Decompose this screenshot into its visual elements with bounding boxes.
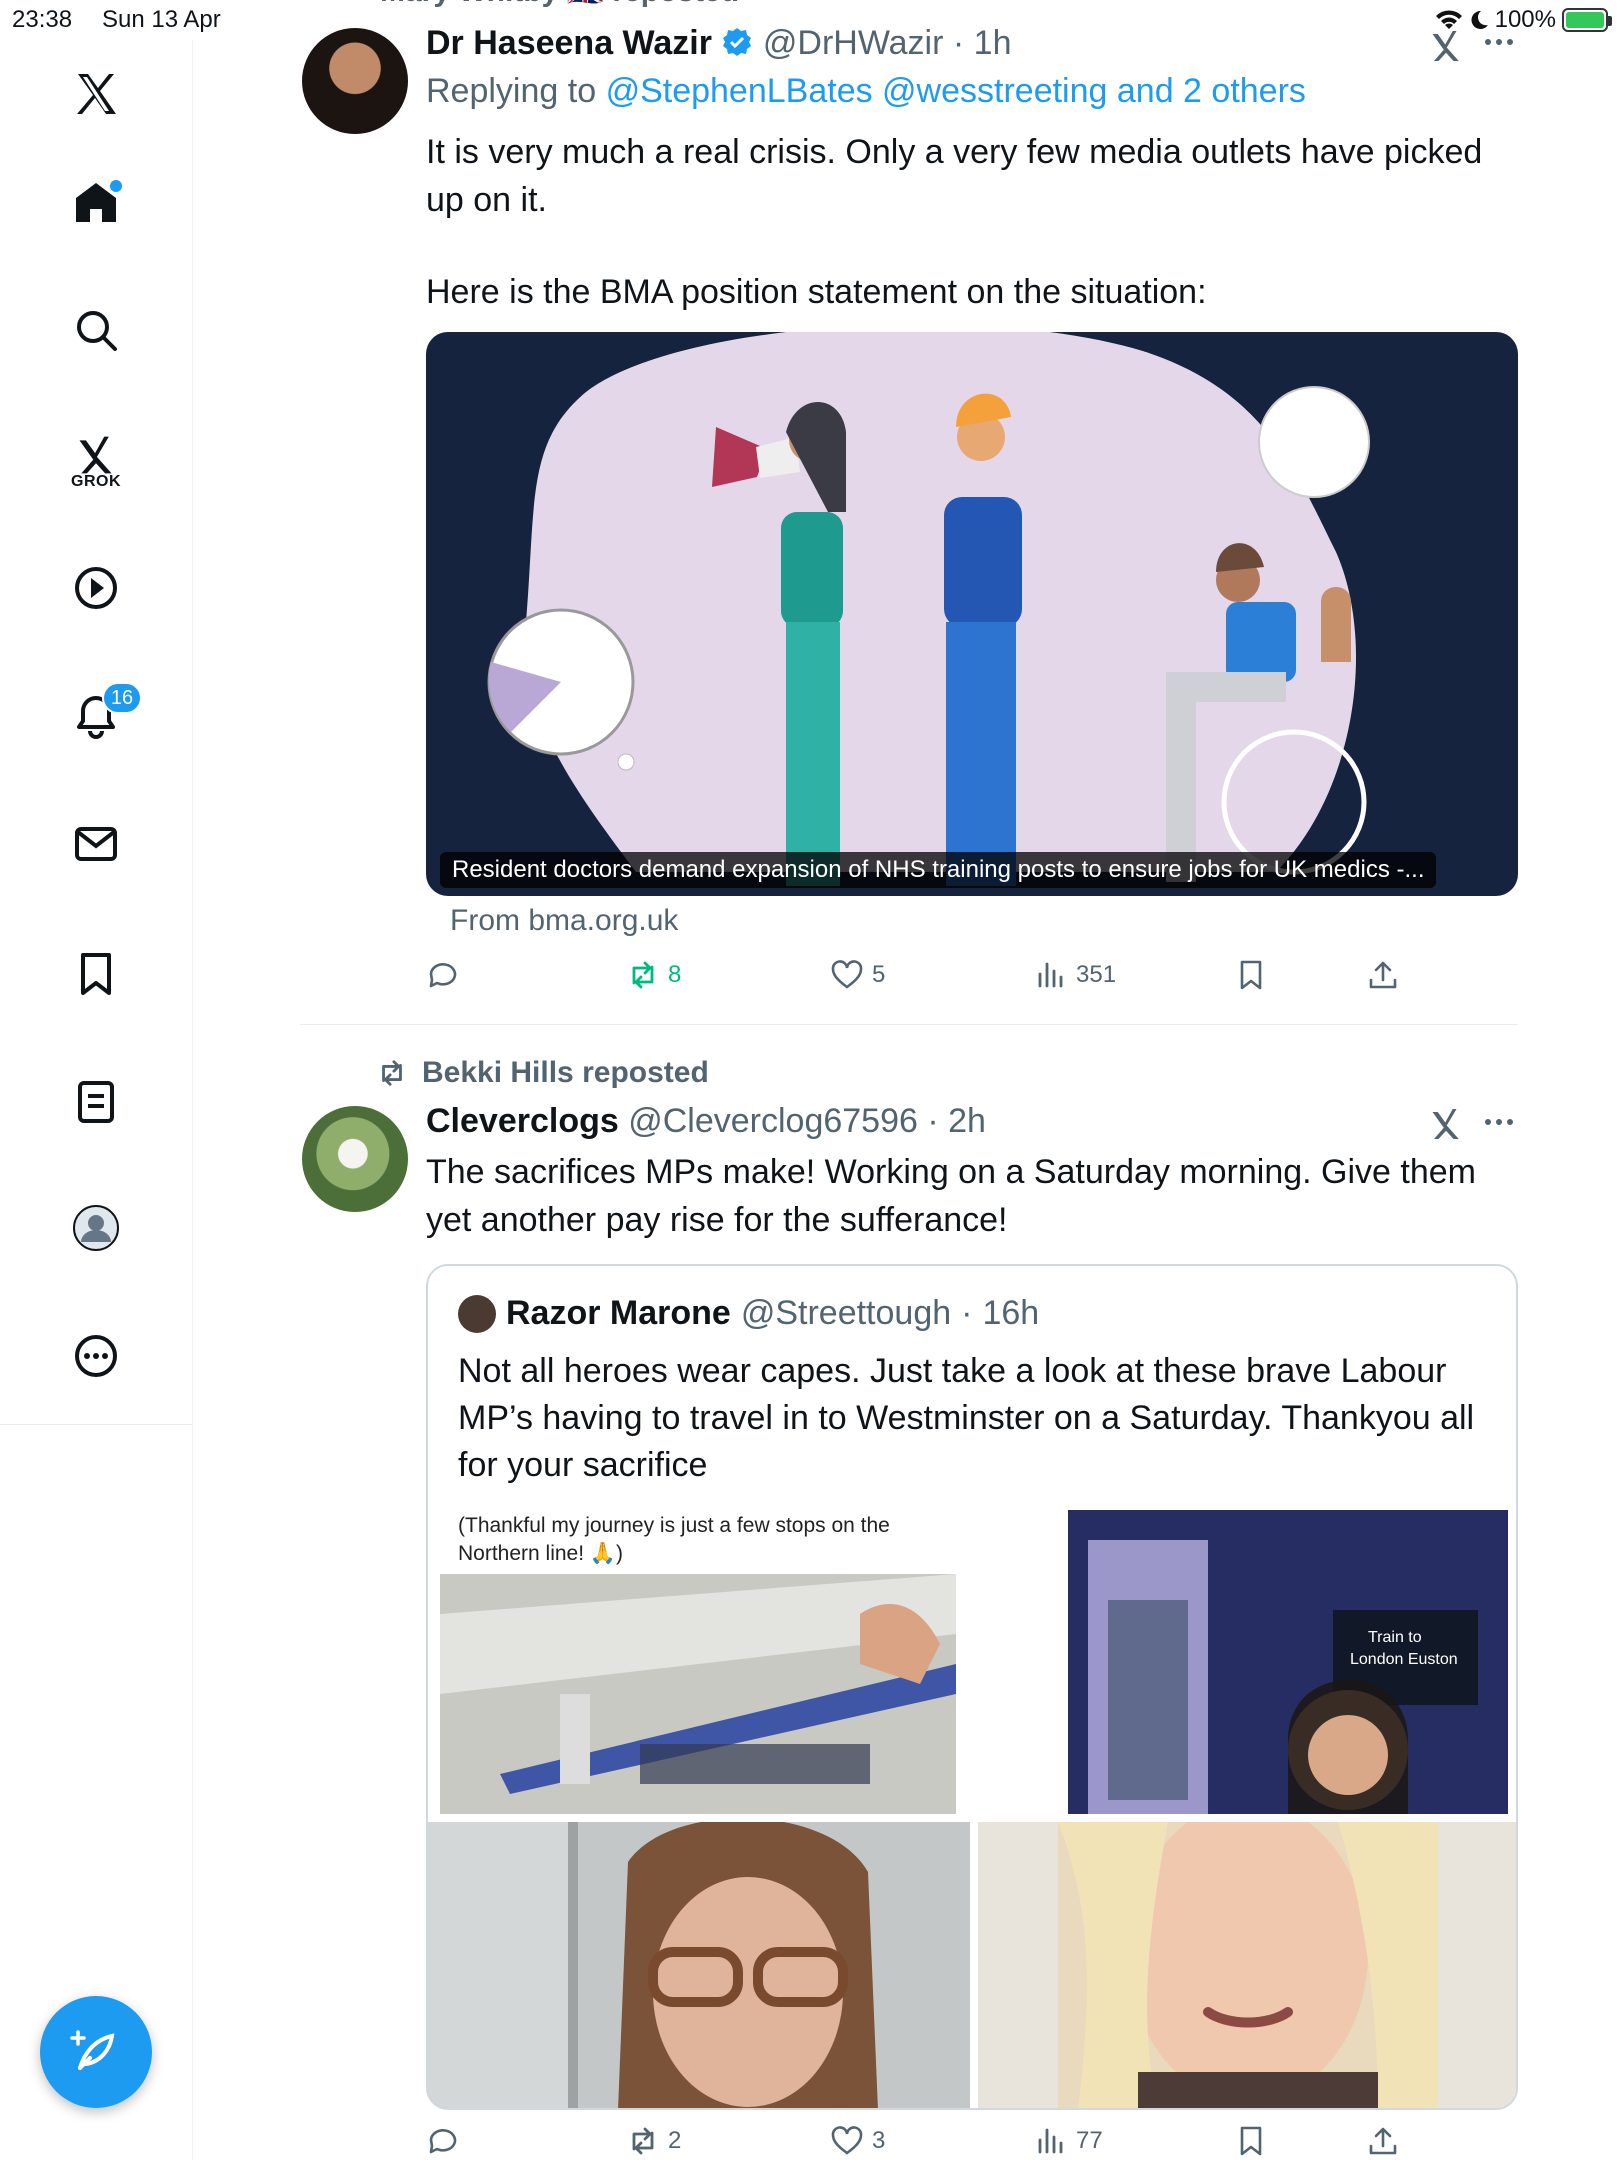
link-card-image[interactable]: Resident doctors demand expansion of NHS… <box>426 332 1518 896</box>
verified-badge-icon <box>723 28 752 56</box>
repost-icon <box>632 961 654 989</box>
home-unread-dot <box>110 180 122 192</box>
more-options-icon[interactable] <box>66 1326 126 1386</box>
bookmarks-icon[interactable] <box>66 944 126 1004</box>
link-card-title: Resident doctors demand expansion of NHS… <box>440 852 1437 888</box>
tweet-actions: 8 5 351 <box>426 958 1526 998</box>
repost-button[interactable]: 8 <box>626 958 681 992</box>
quoted-text: Not all heroes wear capes. Just take a l… <box>458 1352 1475 1484</box>
profile-avatar-icon[interactable] <box>66 1198 126 1258</box>
tweet-header-2: Cleverclogs @Cleverclog67596 · 2h <box>426 1102 986 1140</box>
svg-text:London Euston: London Euston <box>1350 1651 1458 1668</box>
sidebar-divider <box>192 1425 193 2160</box>
quoted-media-grid: (Thankful my journey is just a few stops… <box>428 1510 1516 2108</box>
battery-percent: 100% <box>1494 6 1556 33</box>
repost-count: 8 <box>668 961 682 988</box>
grok-icon[interactable]: GROK <box>66 422 126 502</box>
quoted-handle: @Streettough <box>740 1294 952 1332</box>
repost-count-2: 2 <box>668 2127 682 2154</box>
repost-small-icon <box>382 1060 402 1086</box>
link-card-source[interactable]: From bma.org.uk <box>450 904 678 938</box>
repost-banner-2: Bekki Hills reposted <box>376 1056 709 1090</box>
replying-to: Replying to @StephenLBates @wesstreeting… <box>426 72 1306 110</box>
heart-icon <box>831 2126 863 2155</box>
reply-button[interactable] <box>426 958 460 992</box>
moon-icon <box>1471 10 1488 29</box>
tweet-actions-2: 2 3 77 <box>426 2124 1526 2160</box>
tweet-divider <box>300 1024 1518 1025</box>
bookmark-button-2[interactable] <box>1234 2124 1268 2158</box>
quoted-tweet[interactable]: Razor Marone @Streettough · 16h Not all … <box>426 1264 1518 2110</box>
like-button[interactable]: 5 <box>830 958 885 992</box>
status-date: Sun 13 Apr <box>102 6 221 33</box>
notification-badge: 16 <box>102 682 142 714</box>
repost-banner: Mary Whitby 🇬🇧 reposted <box>380 0 739 9</box>
bookmark-button[interactable] <box>1234 958 1268 992</box>
view-count: 351 <box>1076 961 1117 988</box>
repost-button-2[interactable]: 2 <box>626 2124 681 2158</box>
x-logo-icon[interactable] <box>66 64 126 124</box>
share-icon <box>1369 961 1397 989</box>
views-button[interactable]: 351 <box>1034 958 1116 992</box>
media-image-4[interactable] <box>978 1822 1516 2108</box>
media-image-2[interactable]: Train to London Euston <box>1068 1510 1508 1814</box>
bookmark-icon <box>1240 960 1262 990</box>
battery-icon <box>1562 8 1612 32</box>
sidebar: GROK 16 <box>0 40 193 1425</box>
tweet-time-2[interactable]: 2h <box>948 1102 986 1140</box>
reply-button-2[interactable] <box>426 2124 460 2158</box>
like-button-2[interactable]: 3 <box>830 2124 885 2158</box>
more-dots-icon-2[interactable] <box>1484 1116 1514 1128</box>
quoted-header: Razor Marone @Streettough · 16h <box>458 1294 1039 1333</box>
grok-label: GROK <box>71 473 121 490</box>
like-count: 5 <box>872 961 886 988</box>
author-handle[interactable]: @DrHWazir <box>763 24 944 62</box>
view-count-2: 77 <box>1076 2127 1103 2154</box>
tweet-text: It is very much a real crisis. Only a ve… <box>426 133 1483 311</box>
lists-icon[interactable] <box>66 1072 126 1132</box>
repost-icon <box>632 2127 654 2155</box>
messages-envelope-icon[interactable] <box>66 814 126 874</box>
status-time: 23:38 <box>12 6 73 33</box>
tweet-time[interactable]: 1h <box>974 24 1012 62</box>
share-button-2[interactable] <box>1366 2124 1400 2158</box>
media-image-1[interactable]: (Thankful my journey is just a few stops… <box>440 1510 956 1814</box>
share-icon <box>1369 2127 1397 2155</box>
tweet-header: Dr Haseena Wazir @DrHWazir · 1h <box>426 24 1012 62</box>
compose-feather-icon <box>70 2030 115 2070</box>
quoted-avatar <box>458 1294 496 1333</box>
compose-post-button[interactable] <box>40 1996 152 2108</box>
reply-icon <box>429 2129 457 2154</box>
heart-icon <box>831 960 863 989</box>
like-count-2: 3 <box>872 2127 886 2154</box>
author-name[interactable]: Dr Haseena Wazir <box>426 24 712 62</box>
author-handle-2[interactable]: @Cleverclog67596 <box>628 1102 918 1140</box>
quoted-author-name: Razor Marone <box>506 1294 731 1332</box>
quoted-time: 16h <box>982 1294 1040 1332</box>
bookmark-icon <box>1240 2126 1262 2156</box>
views-button-2[interactable]: 77 <box>1034 2124 1103 2158</box>
media-image-3[interactable] <box>428 1822 970 2108</box>
avatar-cleverclogs[interactable] <box>302 1106 408 1212</box>
more-dots-icon[interactable] <box>1484 36 1514 48</box>
avatar-haseena[interactable] <box>302 28 408 134</box>
video-play-icon[interactable] <box>66 558 126 618</box>
author-name-2[interactable]: Cleverclogs <box>426 1102 619 1140</box>
media-2-sign-text: Train to <box>1368 1629 1422 1646</box>
share-button[interactable] <box>1366 958 1400 992</box>
views-chart-icon <box>1038 962 1063 988</box>
reply-icon <box>429 963 457 988</box>
search-icon[interactable] <box>66 300 126 360</box>
grok-explain-icon-2[interactable] <box>1428 1106 1464 1142</box>
replying-to-handles[interactable]: @StephenLBates @wesstreeting and 2 other… <box>606 72 1306 110</box>
home-icon[interactable] <box>66 172 126 232</box>
views-chart-icon <box>1038 2128 1063 2154</box>
grok-explain-icon[interactable] <box>1428 28 1464 64</box>
notifications-bell-icon[interactable]: 16 <box>66 682 142 746</box>
media-1-caption: (Thankful my journey is just a few stops… <box>458 1514 890 1565</box>
tweet-text-2: The sacrifices MPs make! Working on a Sa… <box>426 1153 1476 1239</box>
